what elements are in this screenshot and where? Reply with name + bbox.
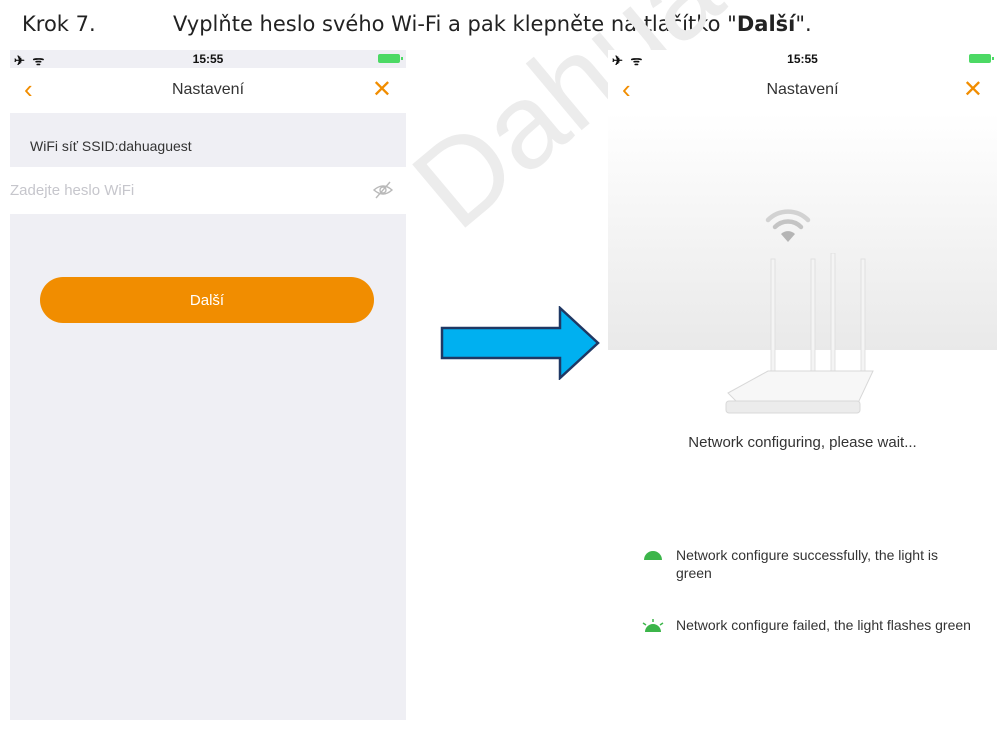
nav-bar: ‹ Nastavení ✕ xyxy=(608,68,997,113)
status-bar: ✈︎ ᯤ 15:55 xyxy=(608,50,997,68)
wifi-password-screen: ✈︎ ᯤ 15:55 ‹ Nastavení ✕ WiFi síť SSID:d… xyxy=(10,50,406,720)
password-row xyxy=(10,167,406,214)
status-time: 15:55 xyxy=(192,52,224,66)
solid-green-light-icon xyxy=(644,551,662,560)
router-illustration xyxy=(608,113,997,414)
wifi-password-input[interactable] xyxy=(10,167,340,214)
close-icon[interactable]: ✕ xyxy=(963,75,983,105)
step-instruction-end: ". xyxy=(795,12,812,36)
battery-icon xyxy=(378,54,403,63)
legend-failed-text: Network configure failed, the light flas… xyxy=(676,617,971,633)
right-arrow-icon xyxy=(440,306,600,380)
step-number: Krok 7. xyxy=(22,12,96,36)
ssid-label: WiFi síť SSID:dahuaguest xyxy=(30,138,192,154)
flashing-green-light-icon xyxy=(642,619,664,632)
step-caption: Krok 7. Vyplňte heslo svého Wi-Fi a pak k… xyxy=(22,12,812,36)
close-icon[interactable]: ✕ xyxy=(372,75,392,105)
step-instruction-bold: Další xyxy=(736,12,796,36)
router-icon xyxy=(725,253,874,414)
status-bar: ✈︎ ᯤ 15:55 xyxy=(10,50,406,68)
status-time: 15:55 xyxy=(787,52,818,66)
legend-success-text: Network configure successfully, the ligh… xyxy=(676,547,938,581)
wifi-signal-icon xyxy=(765,209,811,242)
step-instruction: Vyplňte heslo svého Wi-Fi a pak klepněte… xyxy=(173,12,737,36)
nav-title: Nastavení xyxy=(171,81,245,98)
nav-title: Nastavení xyxy=(766,81,839,98)
network-configuring-screen: ✈︎ ᯤ 15:55 ‹ Nastavení ✕ Network configu… xyxy=(608,50,997,720)
nav-bar: ‹ Nastavení ✕ xyxy=(10,68,406,113)
hidden-eye-icon[interactable] xyxy=(372,180,394,200)
next-button[interactable]: Další xyxy=(40,277,374,323)
battery-icon xyxy=(969,54,994,63)
configuring-message: Network configuring, please wait... xyxy=(688,434,917,451)
